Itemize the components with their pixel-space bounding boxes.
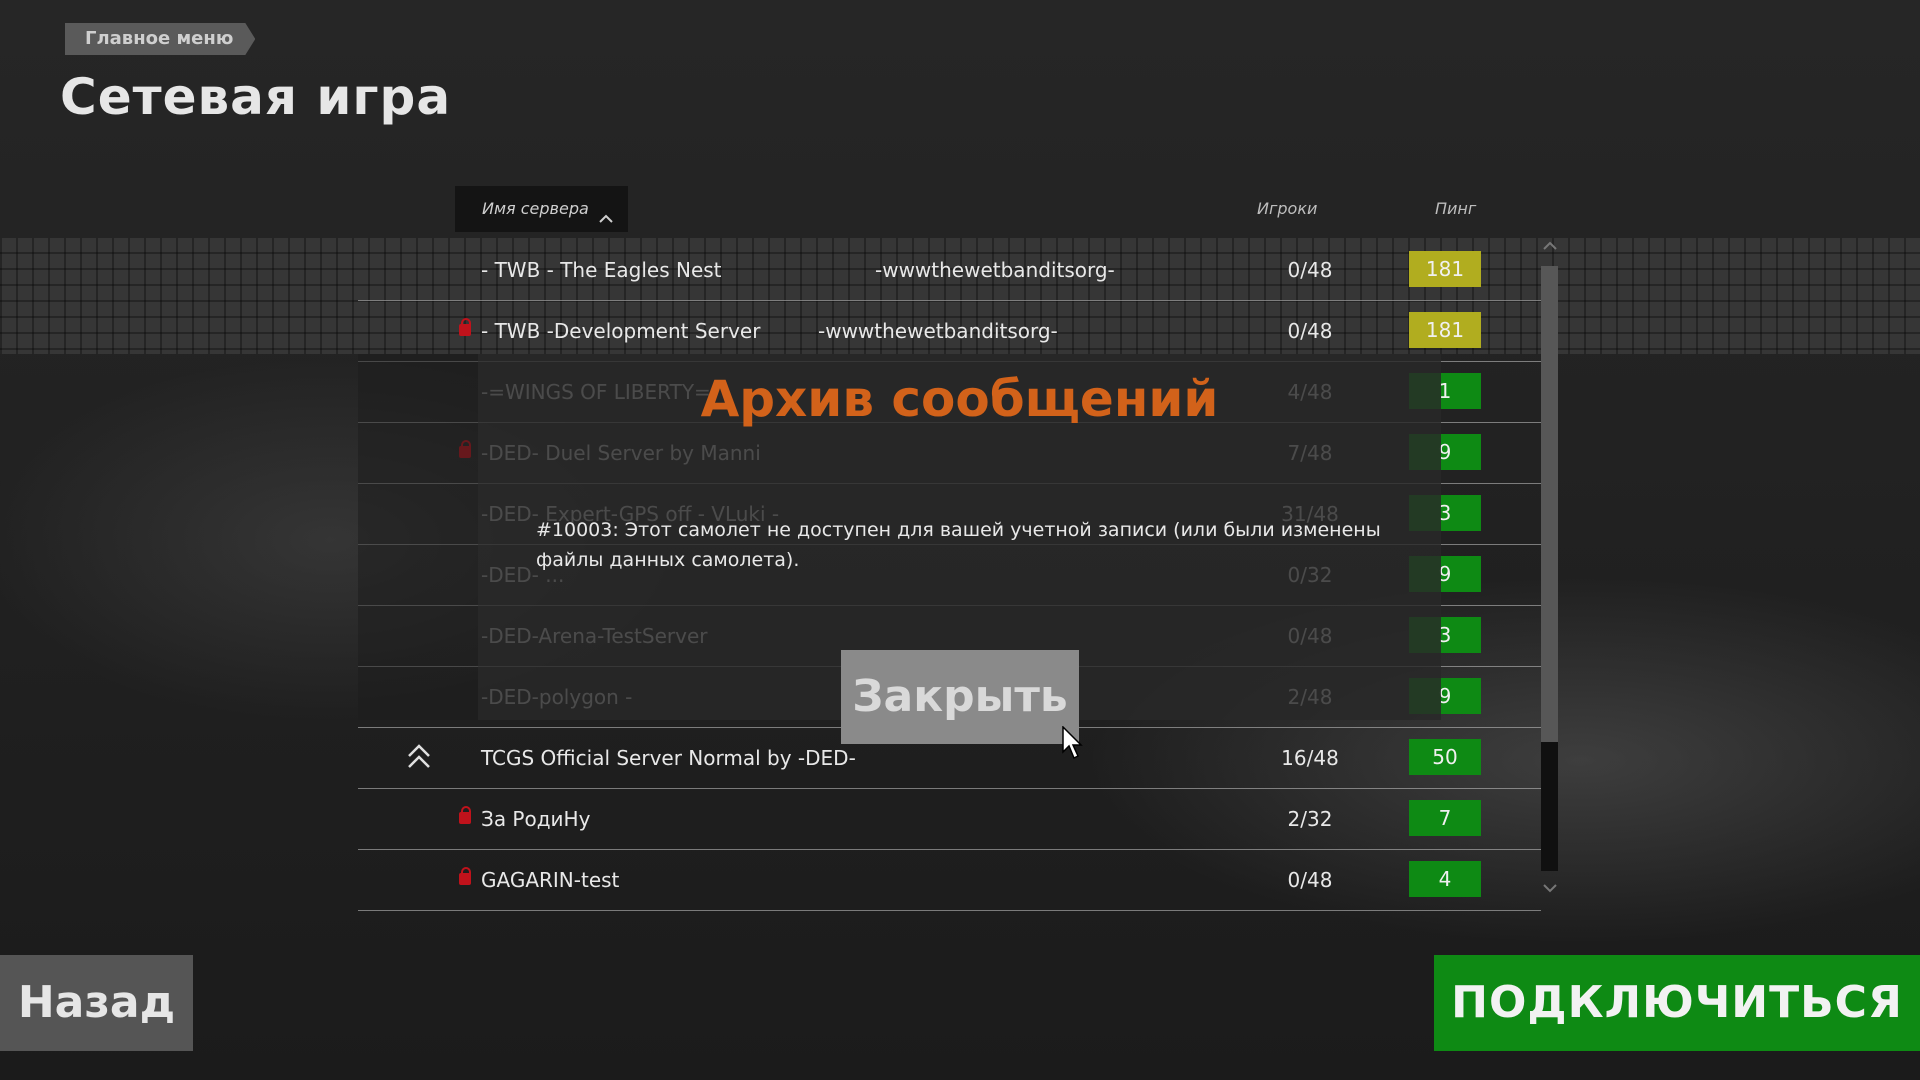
server-players: 31/48 [1281, 502, 1339, 526]
page-title: Сетевая игра [60, 68, 452, 126]
back-button[interactable]: Назад [0, 955, 193, 1051]
server-players: 0/32 [1287, 563, 1333, 587]
server-ping-badge: 1 [1409, 373, 1481, 409]
server-name: -DED- Duel Server by Manni [481, 441, 761, 465]
server-row[interactable]: За РодиНу 2/32 7 [358, 789, 1541, 850]
server-ping-badge: 9 [1409, 556, 1481, 592]
scrollbar-thumb[interactable] [1541, 266, 1558, 742]
server-description: -wwwthewetbanditsorg- [818, 319, 1058, 343]
lock-icon [459, 806, 471, 824]
server-players: 7/48 [1287, 441, 1333, 465]
server-players: 2/48 [1287, 685, 1333, 709]
column-ping-label[interactable]: Пинг [1435, 186, 1476, 232]
lock-icon [459, 867, 471, 885]
server-players: 0/48 [1287, 624, 1333, 648]
server-ping-badge: 181 [1409, 312, 1481, 348]
server-players: 0/48 [1287, 319, 1333, 343]
server-name: TCGS Official Server Normal by -DED- [481, 746, 856, 770]
server-list: - TWB - The Eagles Nest -wwwthewetbandits… [358, 240, 1541, 911]
server-row[interactable]: -=WINGS OF LIBERTY=- 4/48 1 [358, 362, 1541, 423]
server-list-header: Имя сервера Игроки Пинг [455, 186, 1505, 232]
column-players-label[interactable]: Игроки [1257, 186, 1317, 232]
server-ping-badge: 3 [1409, 617, 1481, 653]
server-name: -DED- Expert-GPS off - VLuki - [481, 502, 780, 526]
server-ping-badge: 3 [1409, 495, 1481, 531]
server-ping-badge: 4 [1409, 861, 1481, 897]
server-ping-badge: 50 [1409, 739, 1481, 775]
server-row[interactable]: -DED- Expert-GPS off - VLuki - 31/48 3 [358, 484, 1541, 545]
server-row[interactable]: - TWB - The Eagles Nest -wwwthewetbandits… [358, 240, 1541, 301]
server-ping-badge: 9 [1409, 434, 1481, 470]
sort-ascending-icon [598, 199, 614, 245]
lock-icon [459, 440, 471, 458]
server-ping-badge: 9 [1409, 678, 1481, 714]
connect-button[interactable]: ПОДКЛЮЧИТЬСЯ [1434, 955, 1920, 1051]
server-row[interactable]: - TWB -Development Server -wwwthewetbandi… [358, 301, 1541, 362]
server-name: За РодиНу [481, 807, 591, 831]
server-ping-badge: 181 [1409, 251, 1481, 287]
server-row[interactable]: GAGARIN-test 0/48 4 [358, 850, 1541, 911]
server-name: - TWB - The Eagles Nest [481, 258, 722, 282]
breadcrumb-main-menu[interactable]: Главное меню [65, 23, 255, 55]
server-name: - TWB -Development Server [481, 319, 761, 343]
scroll-down-icon[interactable] [1540, 880, 1560, 896]
server-ping-badge: 7 [1409, 800, 1481, 836]
server-players: 0/48 [1287, 868, 1333, 892]
sort-by-server-name[interactable]: Имя сервера [455, 186, 628, 232]
server-players: 0/48 [1287, 258, 1333, 282]
server-row[interactable]: -DED- Duel Server by Manni 7/48 9 [358, 423, 1541, 484]
server-players: 2/32 [1287, 807, 1333, 831]
dialog-close-button[interactable]: Закрыть [841, 650, 1079, 744]
server-name: -=WINGS OF LIBERTY=- [481, 380, 719, 404]
server-name: -DED- ... [481, 563, 565, 587]
server-row[interactable]: -DED- ... 0/32 9 [358, 545, 1541, 606]
server-players: 16/48 [1281, 746, 1339, 770]
server-description: -wwwthewetbanditsorg- [875, 258, 1115, 282]
collapse-up-icon[interactable] [406, 742, 432, 772]
column-server-name-label: Имя сервера [482, 199, 589, 218]
server-name: -DED-Arena-TestServer [481, 624, 708, 648]
lock-icon [459, 318, 471, 336]
server-name: GAGARIN-test [481, 868, 620, 892]
scroll-up-icon[interactable] [1540, 238, 1560, 254]
server-name: -DED-polygon - [481, 685, 633, 709]
server-players: 4/48 [1287, 380, 1333, 404]
